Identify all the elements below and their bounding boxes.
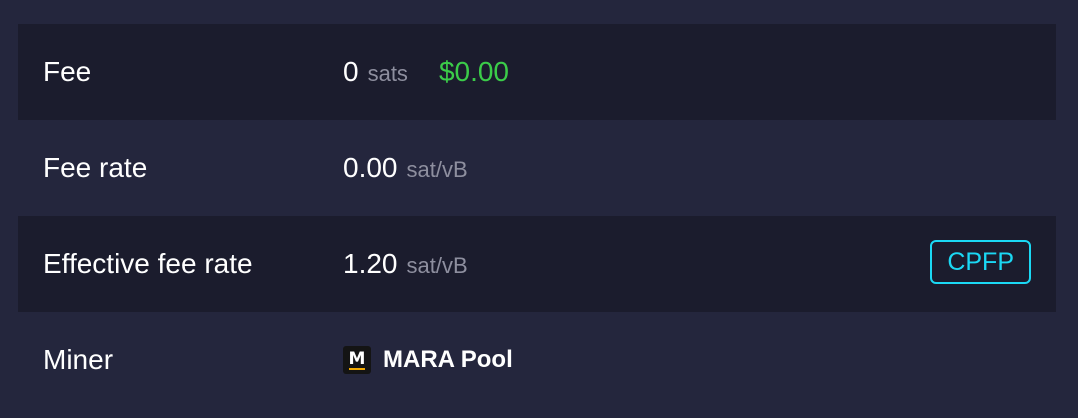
- fee-label: Fee: [43, 56, 92, 87]
- fee-fiat-value: $0.00: [438, 56, 510, 87]
- fee-amount: 0: [343, 56, 359, 87]
- mara-pool-logo-icon: M: [343, 346, 371, 374]
- pool-logo-underline: [349, 368, 365, 370]
- transaction-details-table: Fee 0 sats $0.00 Fee rate 0.00 sat/vB Ef…: [18, 24, 1056, 408]
- effective-fee-rate-amount: 1.20: [343, 248, 398, 279]
- effective-fee-rate-value: 1.20 sat/vB: [343, 248, 468, 280]
- fee-unit: sats: [367, 61, 408, 86]
- miner-label: Miner: [43, 344, 114, 375]
- effective-fee-rate-row: Effective fee rate 1.20 sat/vB CPFP: [18, 216, 1056, 312]
- effective-fee-rate-label: Effective fee rate: [43, 248, 253, 279]
- cpfp-badge-button[interactable]: CPFP: [930, 240, 1031, 284]
- fee-rate-unit: sat/vB: [406, 157, 468, 182]
- fee-rate-value: 0.00 sat/vB: [343, 152, 468, 184]
- miner-row: Miner M MARA Pool: [18, 312, 1056, 408]
- miner-link[interactable]: M MARA Pool: [343, 346, 513, 374]
- fee-row: Fee 0 sats $0.00: [18, 24, 1056, 120]
- effective-fee-rate-unit: sat/vB: [406, 253, 468, 278]
- fee-value: 0 sats $0.00: [343, 56, 509, 88]
- fee-rate-row: Fee rate 0.00 sat/vB: [18, 120, 1056, 216]
- pool-logo-letter: M: [348, 349, 366, 369]
- fee-rate-label: Fee rate: [43, 152, 148, 183]
- fee-rate-amount: 0.00: [343, 152, 398, 183]
- miner-pool-name[interactable]: MARA Pool: [383, 346, 513, 374]
